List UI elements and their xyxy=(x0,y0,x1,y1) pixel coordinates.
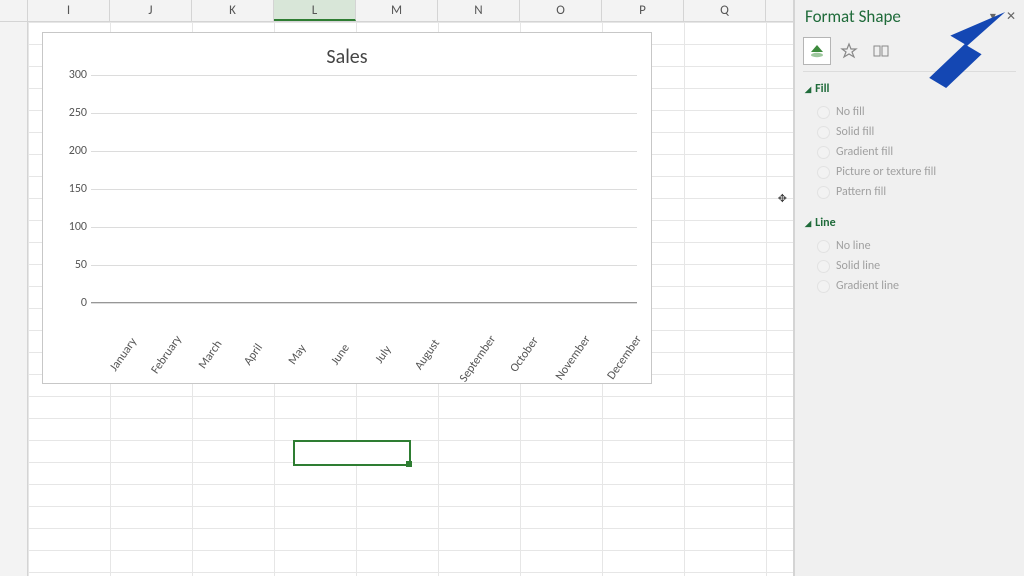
fill-options: No fillSolid fillGradient fillPicture or… xyxy=(795,100,1024,210)
tab-fill-line[interactable] xyxy=(803,37,831,65)
line-option[interactable]: Gradient line xyxy=(817,276,1016,296)
selected-cell[interactable] xyxy=(293,440,411,466)
column-header-M[interactable]: M xyxy=(356,0,438,21)
x-label: November xyxy=(553,333,594,383)
fill-option[interactable]: Solid fill xyxy=(817,122,1016,142)
line-option[interactable]: No line xyxy=(817,236,1016,256)
excel-window: IJKLMNOPQ ✥ Sales 050100150200250300 Jan… xyxy=(0,0,1024,576)
column-header-L[interactable]: L xyxy=(274,0,356,21)
y-tick: 200 xyxy=(51,144,87,158)
move-cursor-icon: ✥ xyxy=(778,192,787,205)
y-tick: 250 xyxy=(51,106,87,120)
x-label: April xyxy=(236,333,272,377)
fill-option[interactable]: Pattern fill xyxy=(817,182,1016,202)
column-header-Q[interactable]: Q xyxy=(684,0,766,21)
x-label: October xyxy=(506,333,542,377)
column-header-row: IJKLMNOPQ xyxy=(0,0,793,22)
x-label: January xyxy=(105,333,141,377)
pane-tabs xyxy=(795,37,1024,65)
column-header-N[interactable]: N xyxy=(438,0,520,21)
embedded-chart[interactable]: Sales 050100150200250300 JanuaryFebruary… xyxy=(42,32,652,384)
column-header-J[interactable]: J xyxy=(110,0,192,21)
x-label: March xyxy=(192,333,228,377)
row-header-gutter xyxy=(0,22,28,576)
chart-title[interactable]: Sales xyxy=(43,33,651,75)
y-tick: 50 xyxy=(51,258,87,272)
line-options: No lineSolid lineGradient line xyxy=(795,234,1024,304)
x-label: December xyxy=(604,333,644,382)
y-tick: 100 xyxy=(51,220,87,234)
fill-option[interactable]: Picture or texture fill xyxy=(817,162,1016,182)
tab-size-properties[interactable] xyxy=(867,37,895,65)
section-fill-header[interactable]: Fill xyxy=(795,76,1024,100)
y-axis: 050100150200250300 xyxy=(51,75,87,303)
column-header-P[interactable]: P xyxy=(602,0,684,21)
x-label: August xyxy=(409,333,445,377)
y-tick: 150 xyxy=(51,182,87,196)
column-header-O[interactable]: O xyxy=(520,0,602,21)
pane-title: Format Shape xyxy=(805,6,901,27)
tab-effects[interactable] xyxy=(835,37,863,65)
format-shape-pane: Format Shape ▾ ✕ Fill No fillSolid fillG… xyxy=(794,0,1024,576)
section-line-header[interactable]: Line xyxy=(795,210,1024,234)
x-label: May xyxy=(279,333,315,377)
fill-option[interactable]: No fill xyxy=(817,102,1016,122)
x-label: July xyxy=(366,333,402,377)
plot-area[interactable]: 050100150200250300 xyxy=(91,75,637,303)
pane-close-icon[interactable]: ✕ xyxy=(1006,9,1016,24)
column-header-I[interactable]: I xyxy=(28,0,110,21)
x-label: June xyxy=(323,333,359,377)
worksheet[interactable]: IJKLMNOPQ ✥ Sales 050100150200250300 Jan… xyxy=(0,0,794,576)
x-label: February xyxy=(149,333,185,377)
column-header-K[interactable]: K xyxy=(192,0,274,21)
y-tick: 0 xyxy=(51,296,87,310)
x-label: September xyxy=(457,333,499,385)
pane-menu-icon[interactable]: ▾ xyxy=(990,9,996,24)
y-tick: 300 xyxy=(51,68,87,82)
fill-option[interactable]: Gradient fill xyxy=(817,142,1016,162)
line-option[interactable]: Solid line xyxy=(817,256,1016,276)
x-axis-labels: JanuaryFebruaryMarchAprilMayJuneJulyAugu… xyxy=(91,311,637,325)
